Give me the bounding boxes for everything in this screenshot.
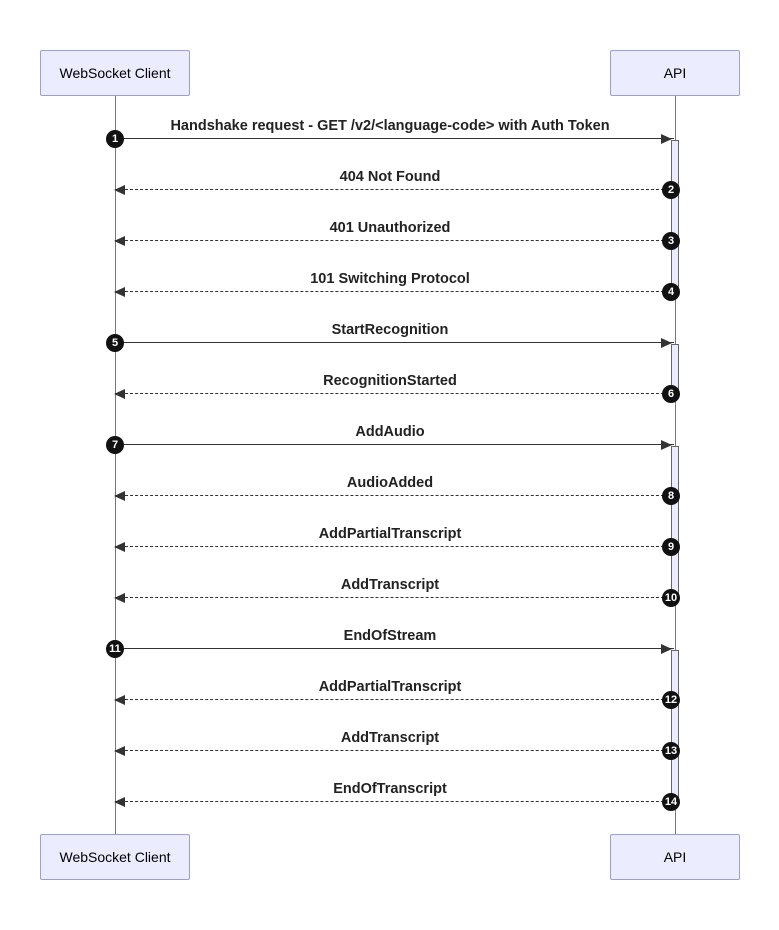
sequence-number: 4 xyxy=(662,283,680,301)
actor-label: WebSocket Client xyxy=(59,849,170,865)
activation-bar xyxy=(671,446,679,601)
arrow-right-icon xyxy=(661,134,672,144)
message-label: AddTranscript xyxy=(115,577,665,597)
message: EndOfStream11 xyxy=(115,628,665,650)
message-line: 12 xyxy=(115,699,674,701)
arrow-left-icon xyxy=(114,593,125,603)
message-label: EndOfStream xyxy=(115,628,665,648)
message-label: AddTranscript xyxy=(115,730,665,750)
actor-client-top: WebSocket Client xyxy=(40,50,190,96)
actor-api-top: API xyxy=(610,50,740,96)
message-label: AddAudio xyxy=(115,424,665,444)
message-line: 14 xyxy=(115,801,674,803)
message-line: 3 xyxy=(115,240,674,242)
sequence-number: 3 xyxy=(662,232,680,250)
message-label: Handshake request - GET /v2/<language-co… xyxy=(115,118,665,138)
message-line: 7 xyxy=(115,444,674,446)
actor-api-bottom: API xyxy=(610,834,740,880)
sequence-diagram: WebSocket Client API WebSocket Client AP… xyxy=(40,50,740,880)
arrow-left-icon xyxy=(114,389,125,399)
message: EndOfTranscript14 xyxy=(115,781,665,803)
message: Handshake request - GET /v2/<language-co… xyxy=(115,118,665,140)
sequence-number: 10 xyxy=(662,589,680,607)
arrow-left-icon xyxy=(114,491,125,501)
sequence-number: 8 xyxy=(662,487,680,505)
message: AudioAdded8 xyxy=(115,475,665,497)
arrow-left-icon xyxy=(114,695,125,705)
message-line: 6 xyxy=(115,393,674,395)
message-label: AddPartialTranscript xyxy=(115,679,665,699)
arrow-right-icon xyxy=(661,338,672,348)
actor-label: WebSocket Client xyxy=(59,65,170,81)
message-line: 13 xyxy=(115,750,674,752)
arrow-left-icon xyxy=(114,746,125,756)
sequence-number: 13 xyxy=(662,742,680,760)
message-line: 5 xyxy=(115,342,674,344)
message-label: RecognitionStarted xyxy=(115,373,665,393)
actor-label: API xyxy=(664,65,687,81)
arrow-left-icon xyxy=(114,287,125,297)
sequence-number: 11 xyxy=(106,640,124,658)
activation-bar xyxy=(671,140,679,295)
message: AddTranscript10 xyxy=(115,577,665,599)
message-label: 404 Not Found xyxy=(115,169,665,189)
message-line: 2 xyxy=(115,189,674,191)
sequence-number: 5 xyxy=(106,334,124,352)
message-label: EndOfTranscript xyxy=(115,781,665,801)
message-line: 11 xyxy=(115,648,674,650)
message-label: StartRecognition xyxy=(115,322,665,342)
message-label: 101 Switching Protocol xyxy=(115,271,665,291)
message-line: 4 xyxy=(115,291,674,293)
message-label: AudioAdded xyxy=(115,475,665,495)
sequence-number: 1 xyxy=(106,130,124,148)
message-line: 8 xyxy=(115,495,674,497)
sequence-number: 9 xyxy=(662,538,680,556)
lifeline-client xyxy=(115,96,116,834)
activation-bar xyxy=(671,650,679,805)
message-label: 401 Unauthorized xyxy=(115,220,665,240)
sequence-number: 7 xyxy=(106,436,124,454)
message-line: 10 xyxy=(115,597,674,599)
message: AddTranscript13 xyxy=(115,730,665,752)
message: 101 Switching Protocol4 xyxy=(115,271,665,293)
actor-label: API xyxy=(664,849,687,865)
message: 401 Unauthorized3 xyxy=(115,220,665,242)
arrow-left-icon xyxy=(114,542,125,552)
message: 404 Not Found2 xyxy=(115,169,665,191)
arrow-right-icon xyxy=(661,644,672,654)
message-line: 1 xyxy=(115,138,674,140)
message-label: AddPartialTranscript xyxy=(115,526,665,546)
message: RecognitionStarted6 xyxy=(115,373,665,395)
message: AddPartialTranscript9 xyxy=(115,526,665,548)
sequence-number: 12 xyxy=(662,691,680,709)
arrow-left-icon xyxy=(114,185,125,195)
arrow-left-icon xyxy=(114,797,125,807)
sequence-number: 2 xyxy=(662,181,680,199)
sequence-number: 14 xyxy=(662,793,680,811)
actor-client-bottom: WebSocket Client xyxy=(40,834,190,880)
message: AddPartialTranscript12 xyxy=(115,679,665,701)
message: StartRecognition5 xyxy=(115,322,665,344)
message: AddAudio7 xyxy=(115,424,665,446)
arrow-right-icon xyxy=(661,440,672,450)
sequence-number: 6 xyxy=(662,385,680,403)
arrow-left-icon xyxy=(114,236,125,246)
message-line: 9 xyxy=(115,546,674,548)
